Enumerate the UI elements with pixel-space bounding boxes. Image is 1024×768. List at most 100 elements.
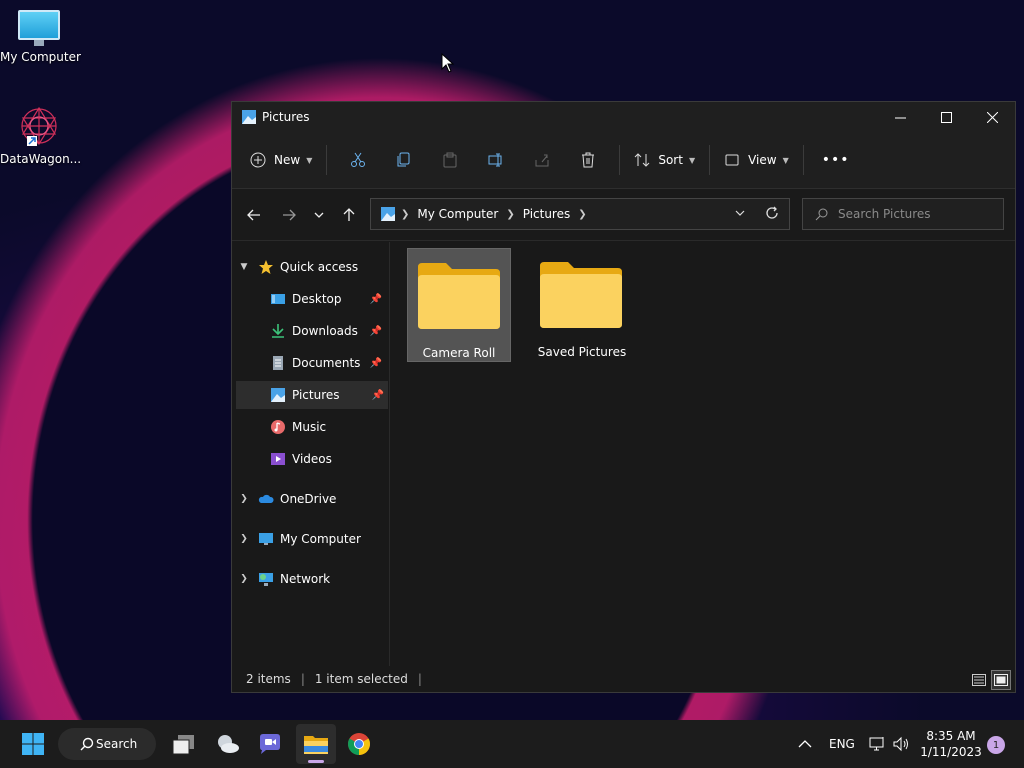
folder-camera-roll[interactable]: Camera Roll xyxy=(407,248,511,362)
arrow-right-icon xyxy=(283,209,296,220)
back-button[interactable] xyxy=(238,199,270,231)
sidebar-item-videos[interactable]: Videos xyxy=(270,445,386,473)
sidebar-item-label: My Computer xyxy=(280,532,361,546)
system-clock[interactable]: 8:35 AM 1/11/2023 xyxy=(920,728,982,760)
details-view-button[interactable] xyxy=(969,670,989,690)
tiles-view-button[interactable] xyxy=(991,670,1011,690)
chevron-right-icon[interactable]: ❯ xyxy=(236,494,252,504)
view-button[interactable]: View ▼ xyxy=(724,144,789,176)
chevron-down-icon xyxy=(735,210,745,216)
chevron-down-icon xyxy=(314,212,324,218)
volume-icon[interactable] xyxy=(893,720,911,768)
notification-badge[interactable]: 1 xyxy=(987,736,1005,754)
chevron-down-icon: ▼ xyxy=(306,155,313,165)
folder-icon xyxy=(418,263,500,329)
window-title: Pictures xyxy=(262,110,310,124)
folder-icon xyxy=(540,262,622,328)
start-button[interactable] xyxy=(14,724,52,764)
search-box[interactable] xyxy=(802,198,1004,230)
taskbar-search-button[interactable]: Search xyxy=(58,728,156,760)
scissors-icon xyxy=(351,152,366,167)
pin-icon: 📌 xyxy=(369,293,382,305)
minimize-button[interactable] xyxy=(877,102,923,132)
chrome-button[interactable] xyxy=(340,724,378,764)
address-history-button[interactable] xyxy=(735,207,745,221)
folder-name: Saved Pictures xyxy=(537,345,627,359)
chevron-right-icon[interactable]: ❯ xyxy=(236,534,252,544)
taskbar-search-label: Search xyxy=(96,737,138,751)
close-icon xyxy=(986,111,998,123)
arrow-left-icon xyxy=(247,209,260,220)
sidebar-item-documents[interactable]: Documents 📌 xyxy=(270,349,386,377)
new-label: New xyxy=(274,153,301,167)
pictures-icon xyxy=(381,207,395,221)
sidebar-item-label: Pictures xyxy=(292,388,340,402)
sidebar-item-label: OneDrive xyxy=(280,492,337,506)
copy-button[interactable] xyxy=(381,144,427,176)
sidebar-item-desktop[interactable]: Desktop 📌 xyxy=(270,285,386,313)
tiles-view-icon xyxy=(994,674,1008,686)
sort-button[interactable]: Sort ▼ xyxy=(634,144,695,176)
file-list: Camera Roll Saved Pictures xyxy=(392,242,1015,666)
chat-button[interactable] xyxy=(252,724,288,764)
chevron-right-icon[interactable]: ❯ xyxy=(236,574,252,584)
clock-date: 1/11/2023 xyxy=(920,745,982,759)
more-options-button[interactable]: ••• xyxy=(822,144,850,176)
sidebar-item-music[interactable]: Music xyxy=(270,413,386,441)
maximize-button[interactable] xyxy=(923,102,969,132)
desktop-icon-label: DataWagon... xyxy=(0,152,82,166)
desktop-icon-datawagon[interactable]: DataWagon... xyxy=(0,104,82,166)
sidebar-item-my-computer[interactable]: ❯ My Computer xyxy=(236,525,390,553)
rename-button[interactable] xyxy=(473,144,519,176)
recent-locations-button[interactable] xyxy=(305,199,333,231)
minimize-icon xyxy=(894,117,906,118)
sidebar-item-label: Documents xyxy=(292,356,361,370)
sidebar-item-label: Desktop xyxy=(292,292,342,306)
sidebar-item-pictures[interactable]: Pictures 📌 xyxy=(236,381,388,409)
search-input[interactable] xyxy=(838,207,988,221)
refresh-button[interactable] xyxy=(765,206,779,223)
divider: | xyxy=(417,672,422,686)
sidebar-item-label: Network xyxy=(280,572,331,586)
sidebar-item-downloads[interactable]: Downloads 📌 xyxy=(270,317,386,345)
sidebar-item-label: Downloads xyxy=(292,324,358,338)
pin-icon: 📌 xyxy=(369,357,382,369)
pin-icon: 📌 xyxy=(369,325,382,337)
close-button[interactable] xyxy=(969,102,1015,132)
folder-icon xyxy=(304,736,328,754)
folder-name: Camera Roll xyxy=(422,346,496,360)
task-view-button[interactable] xyxy=(166,724,202,764)
network-icon xyxy=(869,737,884,751)
paste-button[interactable] xyxy=(427,144,473,176)
command-bar: New ▼ Sort ▼ View ▼ ••• xyxy=(232,132,1015,189)
widgets-button[interactable] xyxy=(210,724,246,764)
up-button[interactable] xyxy=(333,199,365,231)
show-hidden-icons-button[interactable] xyxy=(798,720,812,768)
address-bar[interactable]: ❯ My Computer ❯ Pictures ❯ xyxy=(370,198,790,230)
chevron-right-icon: ❯ xyxy=(506,208,515,220)
desktop-icon-my-computer[interactable]: My Computer xyxy=(0,10,81,64)
language-indicator[interactable]: ENG xyxy=(829,720,855,768)
file-explorer-taskbar-button[interactable] xyxy=(296,724,336,764)
chevron-right-icon: ❯ xyxy=(401,208,410,220)
sidebar-item-onedrive[interactable]: ❯ OneDrive xyxy=(236,485,390,513)
forward-button[interactable] xyxy=(273,199,305,231)
sidebar-item-label: Videos xyxy=(292,452,332,466)
item-count: 2 items xyxy=(246,672,291,686)
windows-logo-icon xyxy=(22,733,44,755)
title-bar[interactable]: Pictures xyxy=(232,102,1015,132)
clock-time: 8:35 AM xyxy=(926,729,976,743)
sidebar-item-network[interactable]: ❯ Network xyxy=(236,565,390,593)
share-icon xyxy=(535,154,549,167)
network-status-icon[interactable] xyxy=(869,720,887,768)
cut-button[interactable] xyxy=(335,144,381,176)
folder-saved-pictures[interactable]: Saved Pictures xyxy=(530,248,634,362)
breadcrumb-pictures[interactable]: Pictures xyxy=(523,207,571,221)
divider xyxy=(619,145,621,175)
delete-button[interactable] xyxy=(565,144,611,176)
share-button[interactable] xyxy=(519,144,565,176)
sidebar-item-quick-access[interactable]: ▼ Quick access xyxy=(236,253,390,281)
new-button[interactable]: New ▼ xyxy=(250,144,312,176)
chevron-down-icon[interactable]: ▼ xyxy=(236,262,252,272)
breadcrumb-my-computer[interactable]: My Computer xyxy=(417,207,498,221)
